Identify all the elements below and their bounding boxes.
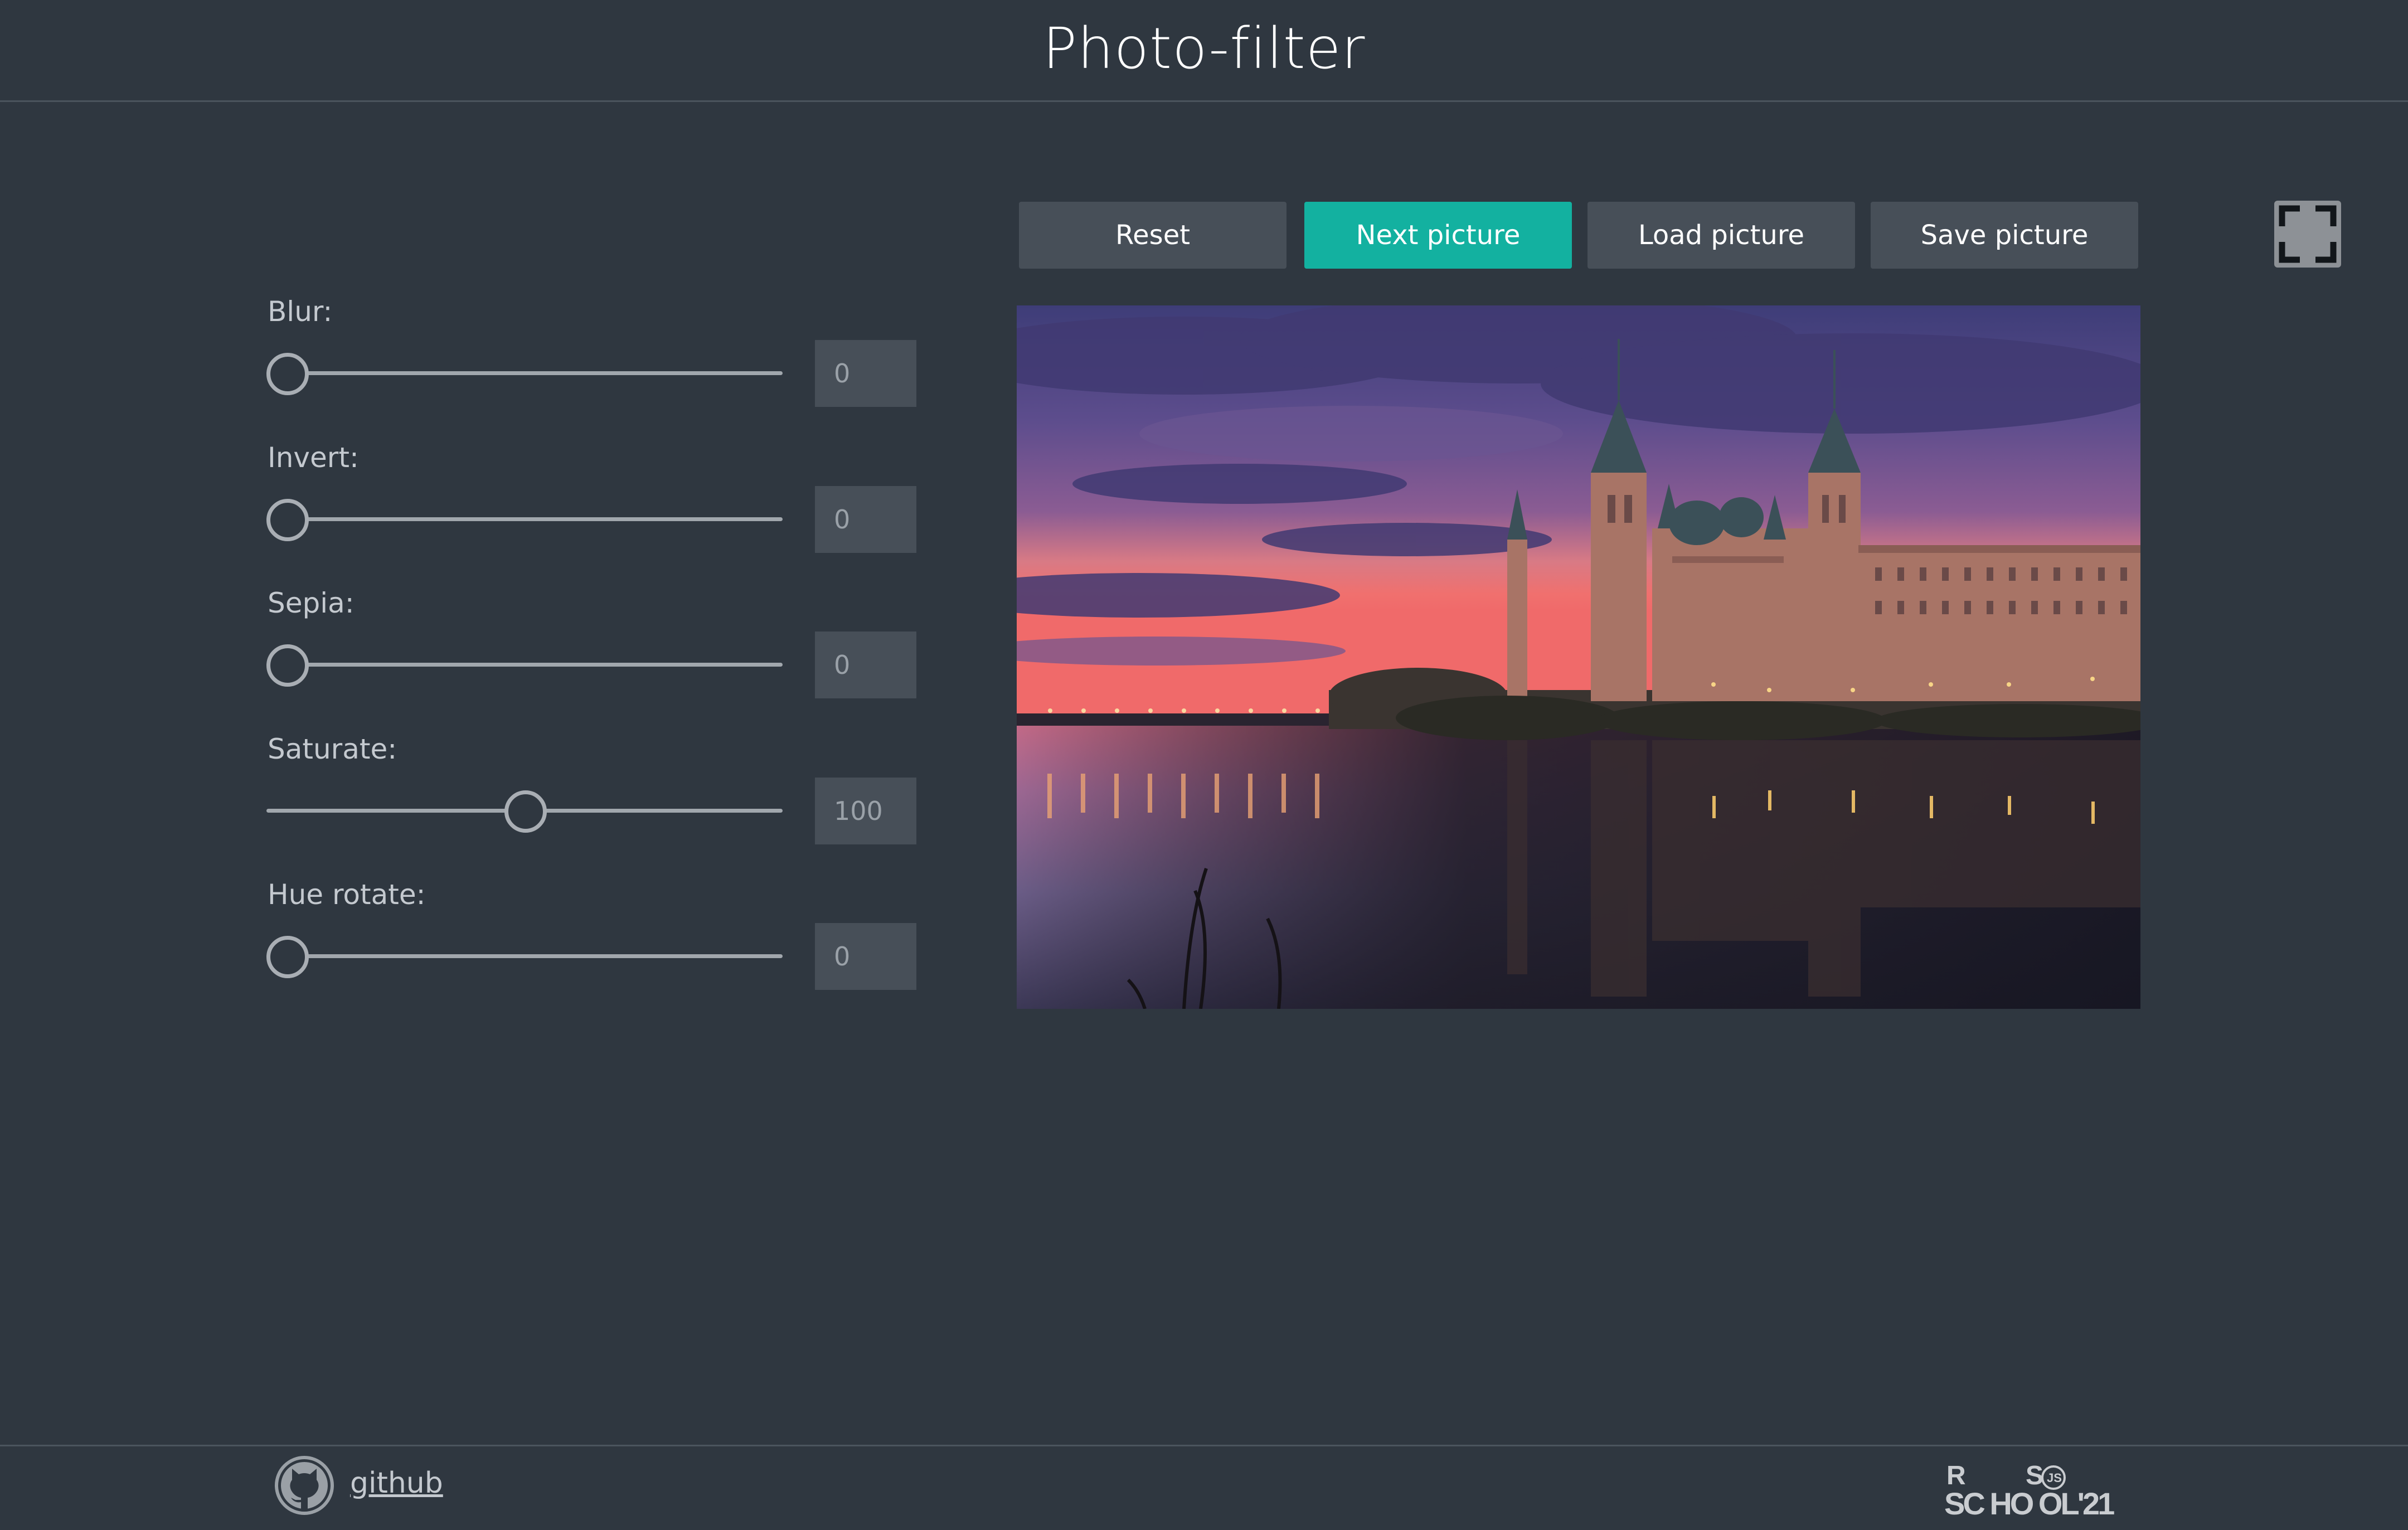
- saturate-value: 100: [815, 778, 916, 844]
- sepia-value: 0: [815, 632, 916, 698]
- header: Photo-filter: [0, 0, 2408, 102]
- blur-slider[interactable]: [266, 351, 783, 395]
- blur-value: 0: [815, 340, 916, 407]
- slider-thumb[interactable]: [266, 353, 309, 395]
- slider-thumb[interactable]: [266, 936, 309, 978]
- saturate-slider[interactable]: [266, 789, 783, 833]
- filter-label: Hue rotate:: [268, 878, 426, 911]
- github-link[interactable]: github: [350, 1466, 443, 1500]
- slider-thumb[interactable]: [266, 499, 309, 541]
- slider-track: [266, 371, 783, 375]
- slider-track: [266, 954, 783, 958]
- next-picture-button[interactable]: Next picture: [1304, 202, 1572, 269]
- invert-value: 0: [815, 486, 916, 553]
- filter-invert: Invert: 0: [266, 441, 946, 564]
- filter-label: Blur:: [268, 295, 333, 328]
- logo-school-21: SC HO OL'21: [1944, 1486, 2114, 1519]
- preview-image: [1017, 305, 2140, 1009]
- reset-button[interactable]: Reset: [1019, 202, 1286, 269]
- slider-track: [266, 517, 783, 521]
- page-title: Photo-filter: [1042, 16, 1366, 82]
- cathedral-sunset-photo: [1017, 305, 2140, 1009]
- save-picture-button[interactable]: Save picture: [1871, 202, 2138, 269]
- footer: github R S SC HO OL'21 JS: [0, 1445, 2408, 1530]
- hue-rotate-value: 0: [815, 923, 916, 990]
- hue-rotate-slider[interactable]: [266, 934, 783, 978]
- slider-thumb[interactable]: [266, 644, 309, 687]
- rs-school-logo[interactable]: R S SC HO OL'21 JS: [1944, 1458, 2134, 1519]
- filter-label: Saturate:: [268, 733, 397, 765]
- load-picture-button[interactable]: Load picture: [1587, 202, 1855, 269]
- filter-label: Invert:: [268, 441, 359, 474]
- filter-sepia: Sepia: 0: [266, 587, 946, 710]
- invert-slider[interactable]: [266, 497, 783, 541]
- filter-hue-rotate: Hue rotate: 0: [266, 878, 946, 1001]
- filter-blur: Blur: 0: [266, 295, 946, 418]
- slider-thumb[interactable]: [504, 790, 547, 833]
- sepia-slider[interactable]: [266, 643, 783, 687]
- github-icon[interactable]: [274, 1455, 334, 1516]
- fullscreen-icon: [2279, 205, 2337, 263]
- filter-saturate: Saturate: 100: [266, 733, 946, 856]
- logo-js: JS: [2047, 1471, 2062, 1485]
- fullscreen-button[interactable]: [2274, 201, 2341, 268]
- filter-label: Sepia:: [268, 587, 355, 619]
- slider-track: [266, 663, 783, 667]
